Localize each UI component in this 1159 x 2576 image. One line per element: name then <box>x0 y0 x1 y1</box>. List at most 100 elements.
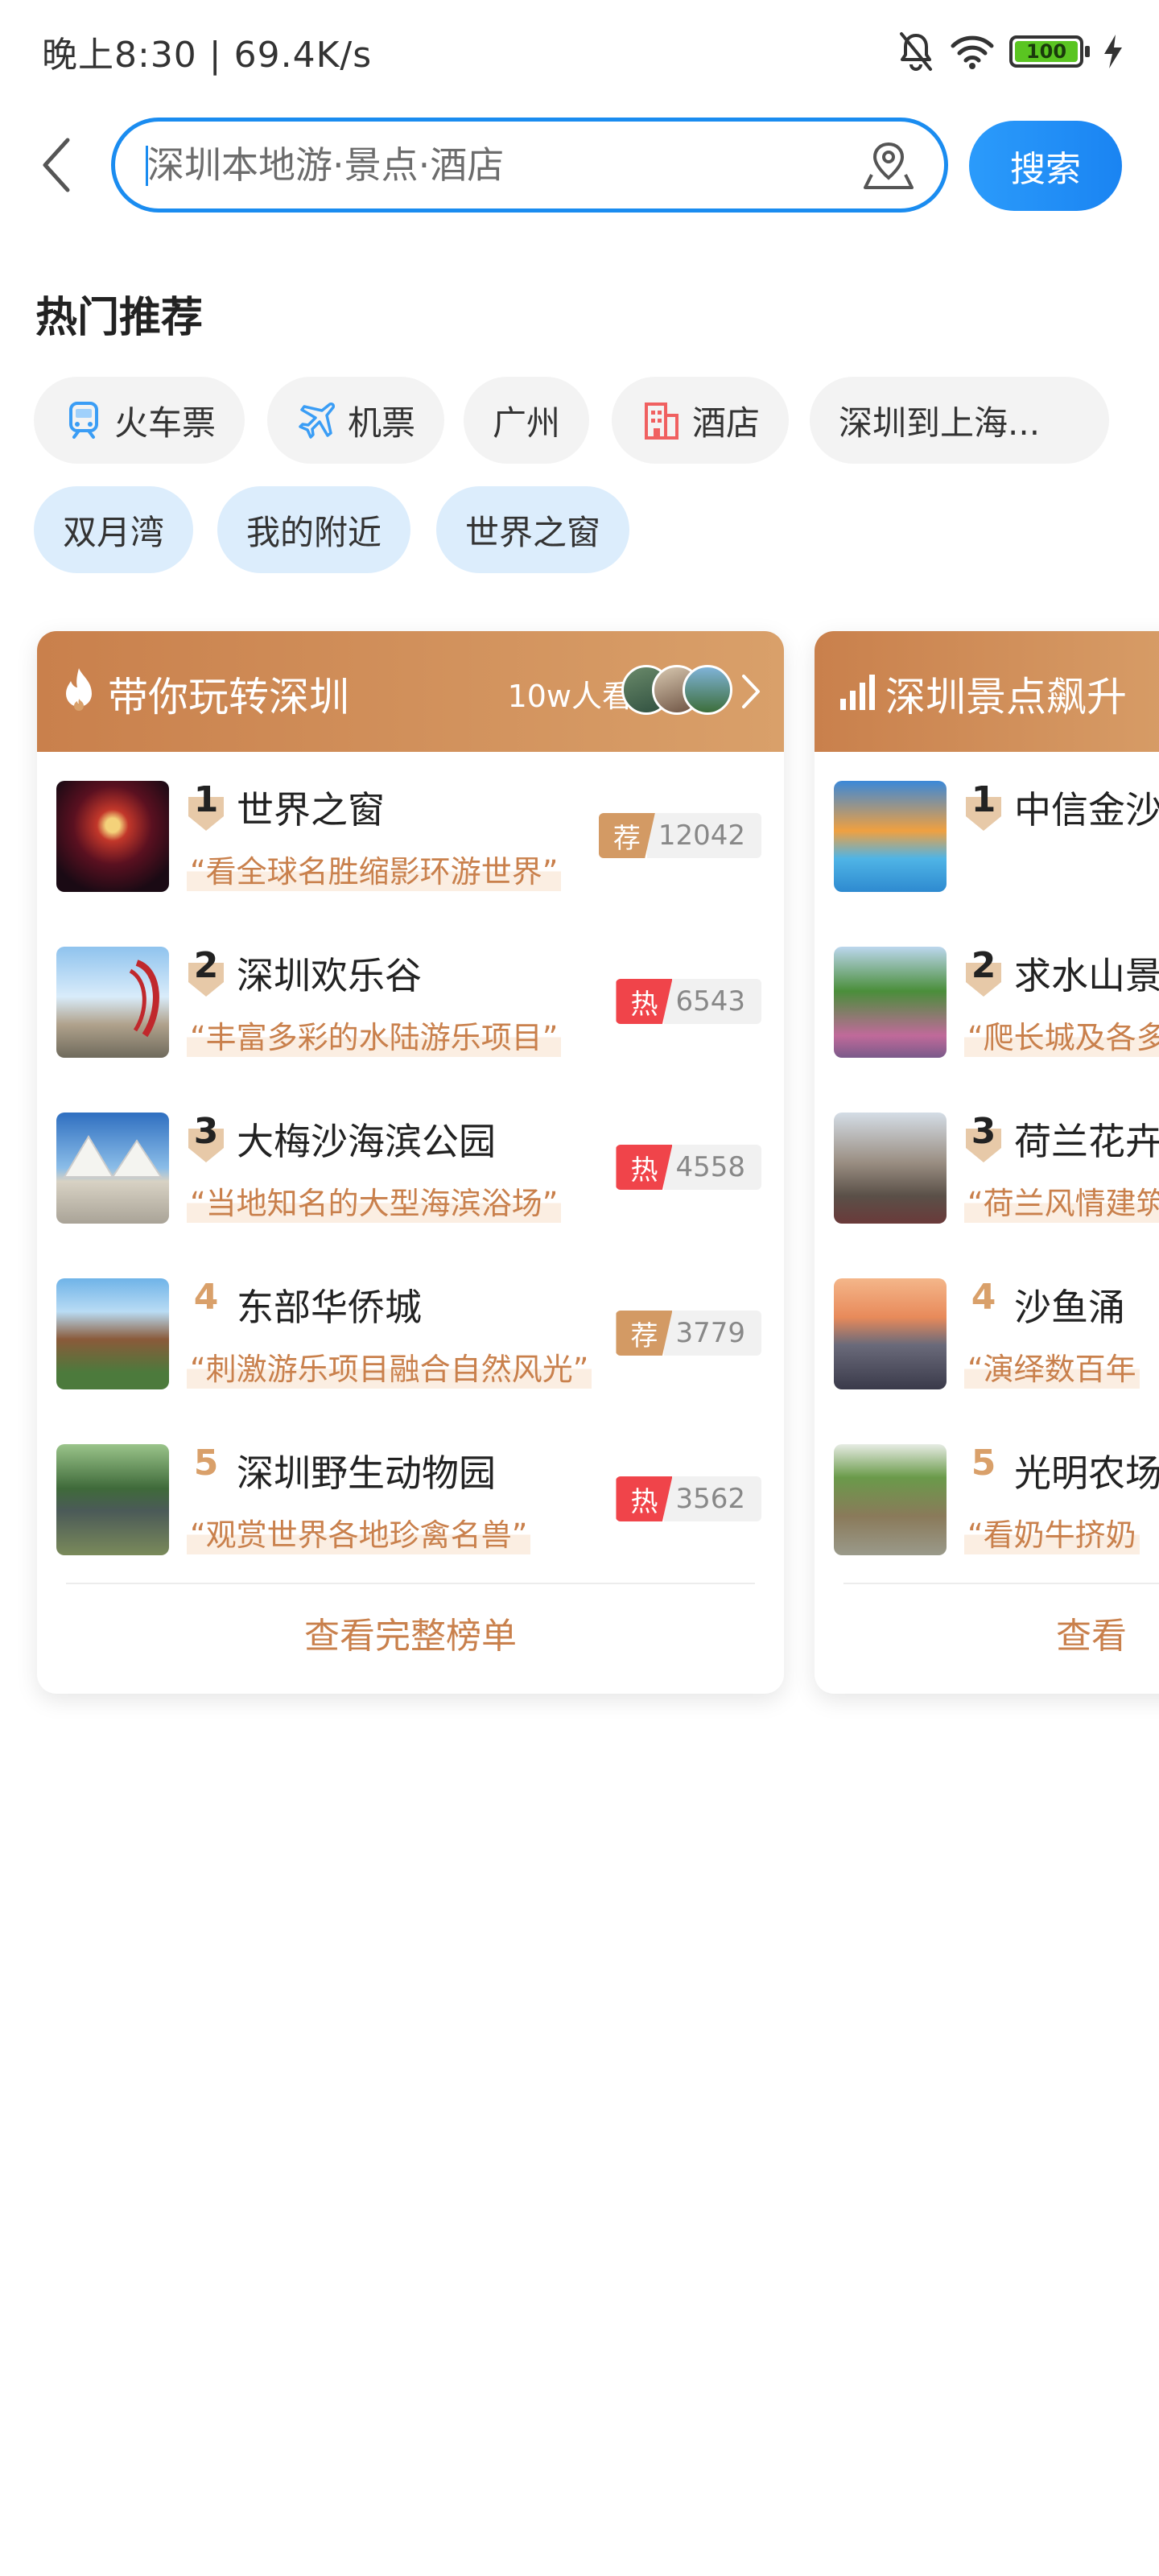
rank-badge: 4 <box>193 1277 219 1318</box>
hot-recommend-title: 热门推荐 <box>35 294 204 342</box>
view-full-list-link[interactable]: 查看完整榜单 <box>37 1607 784 1658</box>
popularity-badge: 荐 3779 <box>616 1311 761 1356</box>
divider <box>66 1583 755 1584</box>
map-location-button[interactable] <box>860 138 917 194</box>
card-title: 深圳景点飙升 <box>885 674 1127 720</box>
card-title: 带你玩转深圳 <box>108 674 349 720</box>
item-name: 荷兰花卉 <box>1014 1120 1159 1163</box>
ranking-card-rising-spots[interactable]: 深圳景点飙升 1 中信金沙 2 求水山景 “爬长城及各多 3 荷兰花卉 “荷兰风… <box>815 631 1159 1694</box>
item-name: 深圳野生动物园 <box>237 1451 496 1495</box>
rank-badge: 4 <box>971 1277 996 1318</box>
avatar <box>683 665 732 715</box>
hotel-building-icon <box>641 399 683 441</box>
rank-badge: 2 <box>187 945 225 1001</box>
list-item[interactable]: 2 深圳欢乐谷 “丰富多彩的水陆游乐项目” 热 6543 <box>37 945 784 1113</box>
item-quote: “观赏世界各地珍禽名兽” <box>187 1510 531 1554</box>
item-quote: “刺激游乐项目融合自然风光” <box>187 1344 592 1389</box>
thumbnail-image <box>56 1278 169 1389</box>
item-name: 求水山景 <box>1014 954 1159 997</box>
card-header[interactable]: 带你玩转深圳 10w人看过 <box>37 631 784 752</box>
item-quote: “演绎数百年 <box>964 1344 1140 1389</box>
chip-window-of-world[interactable]: 世界之窗 <box>436 486 630 573</box>
ranking-card-play-shenzhen[interactable]: 带你玩转深圳 10w人看过 1 世界之窗 “看全球名胜缩影环游世界” 荐 120… <box>37 631 784 1694</box>
rank-badge: 1 <box>187 779 225 836</box>
search-box[interactable] <box>111 118 948 213</box>
list-item[interactable]: 5 深圳野生动物园 “观赏世界各地珍禽名兽” 热 3562 <box>37 1443 784 1610</box>
chip-label: 酒店 <box>692 402 761 443</box>
popularity-badge: 荐 12042 <box>598 813 761 858</box>
rank-badge: 5 <box>193 1443 219 1484</box>
rank-badge: 3 <box>964 1111 1003 1167</box>
bar-chart-icon <box>840 675 875 710</box>
chip-label: 广州 <box>493 402 561 443</box>
item-quote: “爬长城及各多 <box>964 1013 1159 1057</box>
search-button[interactable]: 搜索 <box>969 121 1122 211</box>
thumbnail-image <box>834 1278 947 1389</box>
airplane-icon <box>296 399 338 441</box>
item-name: 中信金沙 <box>1014 788 1159 832</box>
item-name: 大梅沙海滨公园 <box>237 1120 496 1163</box>
chip-hotel[interactable]: 酒店 <box>612 377 790 464</box>
rank-badge: 5 <box>971 1443 996 1484</box>
thumbnail-image <box>56 1113 169 1224</box>
item-quote: “当地知名的大型海滨浴场” <box>187 1179 562 1223</box>
list-item[interactable]: 4 沙鱼涌 “演绎数百年 <box>815 1277 1159 1444</box>
battery-icon: 100 <box>1009 35 1090 68</box>
item-quote: “丰富多彩的水陆游乐项目” <box>187 1013 562 1057</box>
chip-train-ticket[interactable]: 火车票 <box>34 377 245 464</box>
chip-flight-ticket[interactable]: 机票 <box>267 377 445 464</box>
item-quote: “看全球名胜缩影环游世界” <box>187 847 562 891</box>
flame-icon <box>66 668 92 711</box>
status-time-speed: 晚上8:30 | 69.4K/s <box>42 35 373 76</box>
list-item[interactable]: 2 求水山景 “爬长城及各多 <box>815 945 1159 1113</box>
list-item[interactable]: 4 东部华侨城 “刺激游乐项目融合自然风光” 荐 3779 <box>37 1277 784 1444</box>
rank-badge: 1 <box>964 779 1003 836</box>
viewer-avatars <box>621 665 734 718</box>
chip-shuangyuewan[interactable]: 双月湾 <box>34 486 194 573</box>
mute-bell-icon <box>900 32 932 71</box>
rank-badge: 2 <box>964 945 1003 1001</box>
list-item[interactable]: 5 光明农场 “看奶牛挤奶 <box>815 1443 1159 1610</box>
thumbnail-image <box>834 781 947 892</box>
wifi-icon <box>951 35 994 69</box>
list-item[interactable]: 3 大梅沙海滨公园 “当地知名的大型海滨浴场” 热 4558 <box>37 1111 784 1278</box>
thumbnail-image <box>56 1444 169 1555</box>
badge-count: 4558 <box>664 1145 761 1190</box>
view-full-list-link[interactable]: 查看 <box>1056 1607 1127 1658</box>
popularity-badge: 热 4558 <box>616 1145 761 1190</box>
battery-level: 100 <box>1015 41 1078 62</box>
thumbnail-image <box>834 1113 947 1224</box>
item-quote: “看奶牛挤奶 <box>964 1510 1140 1554</box>
divider <box>843 1583 1159 1584</box>
chip-nearby[interactable]: 我的附近 <box>217 486 411 573</box>
back-button[interactable] <box>32 129 80 201</box>
chip-label: 深圳到上海... <box>839 402 1041 443</box>
train-icon <box>63 399 105 441</box>
list-item[interactable]: 3 荷兰花卉 “荷兰风情建筑 <box>815 1111 1159 1278</box>
charging-icon <box>1104 35 1122 68</box>
item-quote: “荷兰风情建筑 <box>964 1179 1159 1223</box>
rank-badge: 3 <box>187 1111 225 1167</box>
thumbnail-image <box>56 947 169 1058</box>
chip-label: 火车票 <box>114 402 217 443</box>
chip-label: 世界之窗 <box>465 512 601 552</box>
thumbnail-image <box>834 1444 947 1555</box>
chip-shenzhen-to-shanghai[interactable]: 深圳到上海... <box>810 377 1109 464</box>
chip-guangzhou[interactable]: 广州 <box>464 377 590 464</box>
card-header[interactable]: 深圳景点飙升 <box>815 631 1159 752</box>
chip-label: 机票 <box>348 402 416 443</box>
status-bar: 晚上8:30 | 69.4K/s 100 <box>0 0 1159 105</box>
item-name: 深圳欢乐谷 <box>237 954 422 997</box>
search-input[interactable] <box>147 122 839 208</box>
popularity-badge: 热 3562 <box>616 1476 761 1521</box>
badge-count: 12042 <box>646 813 761 858</box>
list-item[interactable]: 1 中信金沙 <box>815 779 1159 947</box>
item-name: 东部华侨城 <box>237 1286 422 1329</box>
list-item[interactable]: 1 世界之窗 “看全球名胜缩影环游世界” 荐 12042 <box>37 779 784 947</box>
badge-count: 3562 <box>664 1476 761 1521</box>
status-icons: 100 <box>897 31 1124 72</box>
badge-count: 3779 <box>664 1311 761 1356</box>
badge-count: 6543 <box>664 979 761 1024</box>
chevron-right-icon <box>742 675 760 708</box>
map-pin-icon <box>864 142 914 189</box>
